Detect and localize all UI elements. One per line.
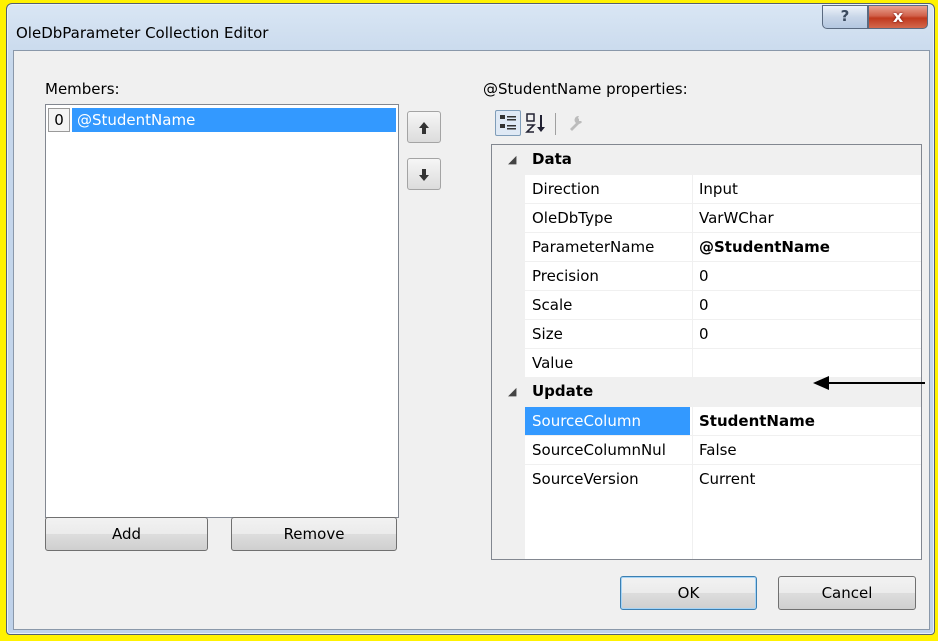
category-label: Data — [532, 150, 572, 168]
annotation-arrow-icon — [813, 376, 925, 390]
window-title: OleDbParameter Collection Editor — [16, 24, 269, 42]
property-name: Value — [532, 354, 574, 372]
property-name: Precision — [532, 267, 599, 285]
property-row-sourcecolumn[interactable]: SourceColumn StudentName — [492, 406, 921, 436]
property-row-parametername[interactable]: ParameterName @StudentName — [492, 232, 921, 261]
property-row-direction[interactable]: Direction Input — [492, 174, 921, 203]
property-value[interactable]: 0 — [694, 291, 921, 320]
property-pages-button[interactable] — [563, 110, 589, 136]
list-item-index: 0 — [48, 108, 70, 132]
property-row-sourceversion[interactable]: SourceVersion Current — [492, 464, 921, 493]
property-name: Direction — [532, 180, 600, 198]
categorized-icon — [496, 115, 520, 139]
editor-window: OleDbParameter Collection Editor ? x Mem… — [6, 3, 935, 635]
close-button[interactable]: x — [868, 5, 928, 29]
alphabetical-sort-icon — [524, 113, 550, 139]
property-value[interactable]: Current — [694, 465, 921, 494]
members-label: Members: — [45, 80, 120, 98]
property-value[interactable]: VarWChar — [694, 204, 921, 233]
help-button[interactable]: ? — [822, 5, 868, 29]
property-grid-toolbar — [495, 110, 615, 144]
wrench-icon — [566, 115, 586, 137]
cancel-button[interactable]: Cancel — [778, 576, 916, 610]
properties-label: @StudentName properties: — [483, 80, 688, 98]
list-item-name: @StudentName — [72, 108, 396, 132]
members-list-item[interactable]: 0 @StudentName — [48, 108, 396, 132]
property-value[interactable]: False — [694, 436, 921, 465]
expand-icon[interactable]: ◢ — [508, 377, 516, 406]
close-icon: x — [892, 7, 904, 26]
members-listbox[interactable]: 0 @StudentName — [45, 104, 399, 518]
property-grid[interactable]: ◢ Data Direction Input OleDbType VarWCha… — [491, 144, 922, 560]
property-name: SourceVersion — [532, 470, 639, 488]
toolbar-separator — [555, 113, 556, 135]
help-icon: ? — [840, 7, 850, 25]
ok-button[interactable]: OK — [620, 576, 757, 610]
alphabetical-view-button[interactable] — [524, 110, 550, 136]
remove-button[interactable]: Remove — [231, 517, 397, 551]
property-row-precision[interactable]: Precision 0 — [492, 261, 921, 290]
add-button[interactable]: Add — [45, 517, 208, 551]
property-name: OleDbType — [532, 209, 613, 227]
dialog-client-area: Members: @StudentName properties: 0 @Stu… — [13, 50, 930, 630]
property-row-sourcecolumnnullmapping[interactable]: SourceColumnNul False — [492, 435, 921, 464]
property-name: SourceColumn — [525, 407, 690, 436]
property-name: SourceColumnNul — [532, 441, 666, 459]
property-value[interactable]: @StudentName — [694, 233, 921, 262]
property-row-size[interactable]: Size 0 — [492, 319, 921, 348]
property-name: Scale — [532, 296, 573, 314]
property-name: Size — [532, 325, 563, 343]
arrow-down-icon — [418, 164, 430, 183]
property-value[interactable]: 0 — [694, 262, 921, 291]
property-row-oledbtype[interactable]: OleDbType VarWChar — [492, 203, 921, 232]
categorized-view-button[interactable] — [495, 110, 521, 136]
property-name: ParameterName — [532, 238, 655, 256]
property-value[interactable]: StudentName — [694, 407, 921, 436]
expand-icon[interactable]: ◢ — [508, 145, 516, 174]
property-value[interactable]: 0 — [694, 320, 921, 349]
move-down-button[interactable] — [407, 158, 441, 190]
arrow-up-icon — [418, 117, 430, 136]
property-row-scale[interactable]: Scale 0 — [492, 290, 921, 319]
title-bar: OleDbParameter Collection Editor ? x — [7, 4, 934, 54]
property-value[interactable]: Input — [694, 175, 921, 204]
move-up-button[interactable] — [407, 111, 441, 143]
category-data[interactable]: ◢ Data — [492, 145, 921, 174]
category-label: Update — [532, 382, 594, 400]
